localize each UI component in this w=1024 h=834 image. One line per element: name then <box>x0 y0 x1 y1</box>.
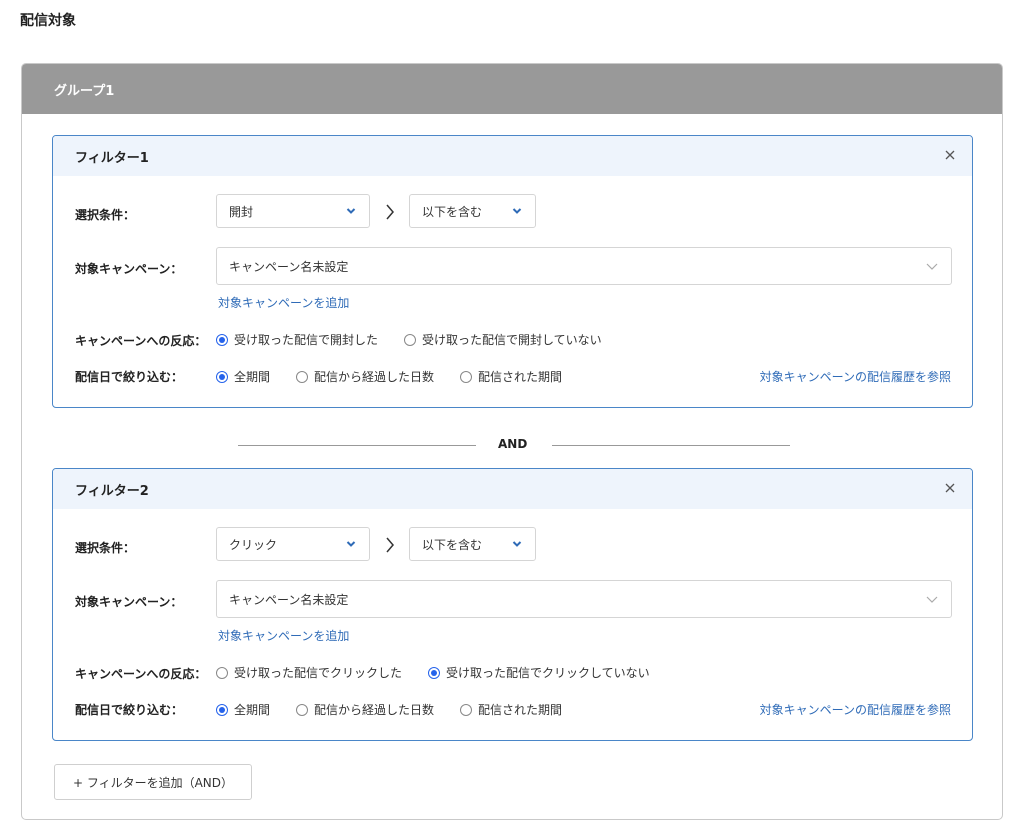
campaign-select[interactable]: キャンペーン名未設定 <box>216 580 952 618</box>
campaign-label: 対象キャンペーン： <box>75 262 183 276</box>
filter-title: フィルター2 <box>75 483 149 499</box>
date-option-days-since[interactable]: 配信から経過した日数 <box>296 368 434 385</box>
and-label: AND <box>498 437 528 451</box>
radio-checked-icon <box>216 703 228 716</box>
condition-select[interactable]: クリック <box>216 527 370 561</box>
divider-line <box>552 445 790 446</box>
group-panel: グループ1 フィルター1 選択条件： 開封 以下を含む 対象キャンペーン： キャ… <box>21 63 1003 820</box>
filter-header: フィルター2 <box>53 469 972 509</box>
chevron-right-icon <box>386 204 394 220</box>
chevron-down-icon <box>512 208 522 214</box>
reaction-option-opened[interactable]: 受け取った配信で開封した <box>216 331 378 348</box>
chevron-down-icon <box>346 208 356 214</box>
filter-card-2: フィルター2 選択条件： クリック 以下を含む 対象キャンペーン： キャンペーン… <box>52 468 973 741</box>
chevron-down-icon <box>512 541 522 547</box>
group-title: グループ1 <box>54 83 115 99</box>
radio-unchecked-icon <box>404 333 417 346</box>
date-option-period[interactable]: 配信された期間 <box>460 368 562 385</box>
radio-checked-icon <box>216 333 228 346</box>
reaction-radio-group: 受け取った配信で開封した 受け取った配信で開封していない <box>216 331 628 348</box>
add-campaign-link[interactable]: 対象キャンペーンを追加 <box>218 294 349 311</box>
date-option-all[interactable]: 全期間 <box>216 368 270 385</box>
chevron-down-icon <box>926 263 938 270</box>
section-title: 配信対象 <box>20 13 76 29</box>
condition-label: 選択条件： <box>75 541 136 555</box>
date-option-days-since[interactable]: 配信から経過した日数 <box>296 701 434 718</box>
reaction-label: キャンペーンへの反応： <box>75 334 207 348</box>
radio-unchecked-icon <box>216 666 228 679</box>
filter-header: フィルター1 <box>53 136 972 176</box>
operator-select-value: 以下を含む <box>422 537 483 552</box>
chevron-down-icon <box>926 596 938 603</box>
radio-unchecked-icon <box>296 370 309 383</box>
reaction-label: キャンペーンへの反応： <box>75 667 207 681</box>
date-filter-label: 配信日で絞り込む： <box>75 370 184 384</box>
add-filter-button[interactable]: + フィルターを追加（AND） <box>54 764 252 800</box>
date-radio-group: 全期間 配信から経過した日数 配信された期間 <box>216 368 588 385</box>
campaign-label: 対象キャンペーン： <box>75 595 183 609</box>
date-filter-label: 配信日で絞り込む： <box>75 703 184 717</box>
condition-label: 選択条件： <box>75 208 136 222</box>
operator-select-value: 以下を含む <box>422 204 483 219</box>
filter-title: フィルター1 <box>75 150 149 166</box>
radio-unchecked-icon <box>296 703 309 716</box>
divider-line <box>238 445 476 446</box>
campaign-select-value: キャンペーン名未設定 <box>229 592 349 607</box>
condition-select-value: 開封 <box>229 204 254 219</box>
date-option-period[interactable]: 配信された期間 <box>460 701 562 718</box>
condition-select[interactable]: 開封 <box>216 194 370 228</box>
radio-unchecked-icon <box>460 703 473 716</box>
campaign-select[interactable]: キャンペーン名未設定 <box>216 247 952 285</box>
date-option-all[interactable]: 全期間 <box>216 701 270 718</box>
history-link[interactable]: 対象キャンペーンの配信履歴を参照 <box>760 368 951 385</box>
history-link[interactable]: 対象キャンペーンの配信履歴を参照 <box>760 701 951 718</box>
operator-select[interactable]: 以下を含む <box>409 527 536 561</box>
condition-select-value: クリック <box>229 537 278 552</box>
radio-unchecked-icon <box>460 370 473 383</box>
reaction-option-clicked[interactable]: 受け取った配信でクリックした <box>216 664 402 681</box>
reaction-option-not-opened[interactable]: 受け取った配信で開封していない <box>404 331 602 348</box>
chevron-right-icon <box>386 537 394 553</box>
reaction-option-not-clicked[interactable]: 受け取った配信でクリックしていない <box>428 664 650 681</box>
operator-select[interactable]: 以下を含む <box>409 194 536 228</box>
reaction-radio-group: 受け取った配信でクリックした 受け取った配信でクリックしていない <box>216 664 676 681</box>
campaign-select-value: キャンペーン名未設定 <box>229 259 349 274</box>
date-radio-group: 全期間 配信から経過した日数 配信された期間 <box>216 701 588 718</box>
chevron-down-icon <box>346 541 356 547</box>
close-icon[interactable] <box>942 480 958 496</box>
group-header: グループ1 <box>22 64 1002 114</box>
radio-checked-icon <box>428 666 441 679</box>
filter-card-1: フィルター1 選択条件： 開封 以下を含む 対象キャンペーン： キャンペーン名未… <box>52 135 973 408</box>
add-campaign-link[interactable]: 対象キャンペーンを追加 <box>218 627 349 644</box>
radio-checked-icon <box>216 370 228 383</box>
close-icon[interactable] <box>942 147 958 163</box>
and-divider: AND <box>22 437 1002 453</box>
